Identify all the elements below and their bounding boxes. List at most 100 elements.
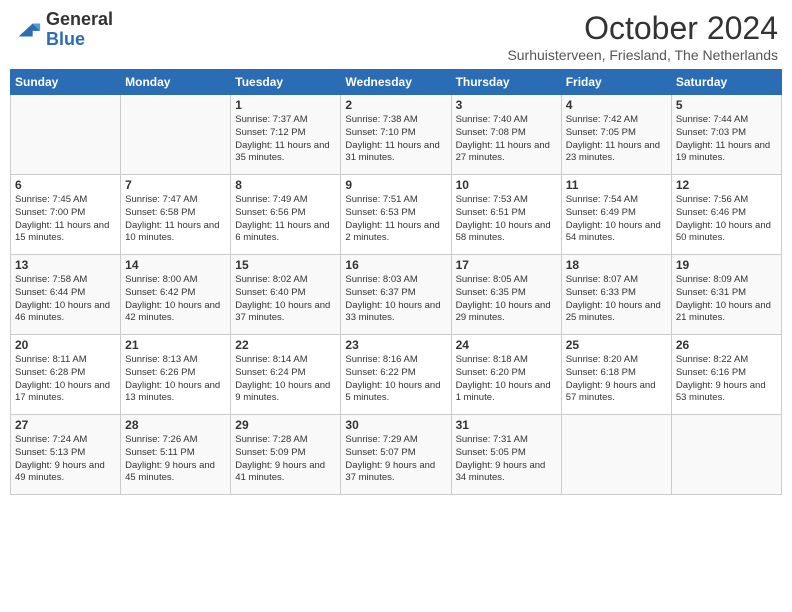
day-number: 4 <box>566 98 667 112</box>
calendar-cell: 16 Sunrise: 8:03 AMSunset: 6:37 PMDayligh… <box>341 255 451 335</box>
day-number: 19 <box>676 258 777 272</box>
calendar-cell: 9 Sunrise: 7:51 AMSunset: 6:53 PMDaylight… <box>341 175 451 255</box>
day-number: 11 <box>566 178 667 192</box>
cell-content: Sunrise: 7:40 AMSunset: 7:08 PMDaylight:… <box>456 114 557 165</box>
weekday-header-sunday: Sunday <box>11 70 121 95</box>
calendar-cell: 30Sunrise: 7:29 AMSunset: 5:07 PMDayligh… <box>341 415 451 495</box>
cell-content: Sunrise: 7:26 AMSunset: 5:11 PMDaylight:… <box>125 434 226 485</box>
day-number: 7 <box>125 178 226 192</box>
calendar-cell <box>121 95 231 175</box>
cell-content: Sunrise: 8:02 AMSunset: 6:40 PMDaylight:… <box>235 274 336 325</box>
day-number: 20 <box>15 338 116 352</box>
day-number: 8 <box>235 178 336 192</box>
cell-content: Sunrise: 8:22 AMSunset: 6:16 PMDaylight:… <box>676 354 777 405</box>
weekday-header-friday: Friday <box>561 70 671 95</box>
page-header: General Blue October 2024 Surhuisterveen… <box>10 10 782 63</box>
calendar-cell: 26 Sunrise: 8:22 AMSunset: 6:16 PMDayligh… <box>671 335 781 415</box>
cell-content: Sunrise: 8:16 AMSunset: 6:22 PMDaylight:… <box>345 354 446 405</box>
logo: General Blue <box>14 10 113 50</box>
day-number: 9 <box>345 178 446 192</box>
day-number: 10 <box>456 178 557 192</box>
cell-content: Sunrise: 7:28 AMSunset: 5:09 PMDaylight:… <box>235 434 336 485</box>
calendar-week-row: 27 Sunrise: 7:24 AMSunset: 5:13 PMDayligh… <box>11 415 782 495</box>
calendar-cell <box>561 415 671 495</box>
day-number: 17 <box>456 258 557 272</box>
title-block: October 2024 Surhuisterveen, Friesland, … <box>507 10 778 63</box>
calendar-cell: 11 Sunrise: 7:54 AMSunset: 6:49 PMDayligh… <box>561 175 671 255</box>
calendar-cell: 19 Sunrise: 8:09 AMSunset: 6:31 PMDayligh… <box>671 255 781 335</box>
day-number: 15 <box>235 258 336 272</box>
day-number: 31 <box>456 418 557 432</box>
cell-content: Sunrise: 8:05 AMSunset: 6:35 PMDaylight:… <box>456 274 557 325</box>
day-number: 23 <box>345 338 446 352</box>
calendar-cell: 1Sunrise: 7:37 AMSunset: 7:12 PMDaylight… <box>231 95 341 175</box>
month-title: October 2024 <box>507 10 778 47</box>
cell-content: Sunrise: 7:38 AMSunset: 7:10 PMDaylight:… <box>345 114 446 165</box>
calendar-cell: 4 Sunrise: 7:42 AMSunset: 7:05 PMDaylight… <box>561 95 671 175</box>
day-number: 5 <box>676 98 777 112</box>
cell-content: Sunrise: 8:09 AMSunset: 6:31 PMDaylight:… <box>676 274 777 325</box>
day-number: 3 <box>456 98 557 112</box>
cell-content: Sunrise: 8:14 AMSunset: 6:24 PMDaylight:… <box>235 354 336 405</box>
cell-content: Sunrise: 8:00 AMSunset: 6:42 PMDaylight:… <box>125 274 226 325</box>
cell-content: Sunrise: 7:44 AMSunset: 7:03 PMDaylight:… <box>676 114 777 165</box>
day-number: 6 <box>15 178 116 192</box>
cell-content: Sunrise: 8:11 AMSunset: 6:28 PMDaylight:… <box>15 354 116 405</box>
calendar-cell: 6 Sunrise: 7:45 AMSunset: 7:00 PMDaylight… <box>11 175 121 255</box>
calendar-cell: 8 Sunrise: 7:49 AMSunset: 6:56 PMDaylight… <box>231 175 341 255</box>
day-number: 24 <box>456 338 557 352</box>
weekday-header-monday: Monday <box>121 70 231 95</box>
calendar-cell: 25 Sunrise: 8:20 AMSunset: 6:18 PMDayligh… <box>561 335 671 415</box>
cell-content: Sunrise: 8:03 AMSunset: 6:37 PMDaylight:… <box>345 274 446 325</box>
day-number: 12 <box>676 178 777 192</box>
calendar-cell: 17 Sunrise: 8:05 AMSunset: 6:35 PMDayligh… <box>451 255 561 335</box>
calendar-cell: 21 Sunrise: 8:13 AMSunset: 6:26 PMDayligh… <box>121 335 231 415</box>
cell-content: Sunrise: 7:24 AMSunset: 5:13 PMDaylight:… <box>15 434 116 485</box>
calendar-week-row: 1Sunrise: 7:37 AMSunset: 7:12 PMDaylight… <box>11 95 782 175</box>
cell-content: Sunrise: 7:49 AMSunset: 6:56 PMDaylight:… <box>235 194 336 245</box>
calendar-header-row: SundayMondayTuesdayWednesdayThursdayFrid… <box>11 70 782 95</box>
calendar-cell: 14 Sunrise: 8:00 AMSunset: 6:42 PMDayligh… <box>121 255 231 335</box>
calendar-cell: 28Sunrise: 7:26 AMSunset: 5:11 PMDayligh… <box>121 415 231 495</box>
calendar-cell: 13Sunrise: 7:58 AMSunset: 6:44 PMDayligh… <box>11 255 121 335</box>
logo-text: General Blue <box>46 10 113 50</box>
day-number: 29 <box>235 418 336 432</box>
calendar-cell: 5 Sunrise: 7:44 AMSunset: 7:03 PMDaylight… <box>671 95 781 175</box>
day-number: 2 <box>345 98 446 112</box>
calendar-cell: 12 Sunrise: 7:56 AMSunset: 6:46 PMDayligh… <box>671 175 781 255</box>
calendar-cell: 2 Sunrise: 7:38 AMSunset: 7:10 PMDaylight… <box>341 95 451 175</box>
day-number: 27 <box>15 418 116 432</box>
calendar-cell: 22 Sunrise: 8:14 AMSunset: 6:24 PMDayligh… <box>231 335 341 415</box>
day-number: 26 <box>676 338 777 352</box>
day-number: 16 <box>345 258 446 272</box>
day-number: 30 <box>345 418 446 432</box>
calendar-cell: 18Sunrise: 8:07 AMSunset: 6:33 PMDayligh… <box>561 255 671 335</box>
cell-content: Sunrise: 7:51 AMSunset: 6:53 PMDaylight:… <box>345 194 446 245</box>
calendar-cell: 10Sunrise: 7:53 AMSunset: 6:51 PMDayligh… <box>451 175 561 255</box>
cell-content: Sunrise: 7:42 AMSunset: 7:05 PMDaylight:… <box>566 114 667 165</box>
day-number: 14 <box>125 258 226 272</box>
calendar-cell: 15 Sunrise: 8:02 AMSunset: 6:40 PMDayligh… <box>231 255 341 335</box>
weekday-header-wednesday: Wednesday <box>341 70 451 95</box>
day-number: 25 <box>566 338 667 352</box>
calendar-cell: 29 Sunrise: 7:28 AMSunset: 5:09 PMDayligh… <box>231 415 341 495</box>
day-number: 1 <box>235 98 336 112</box>
cell-content: Sunrise: 8:20 AMSunset: 6:18 PMDaylight:… <box>566 354 667 405</box>
day-number: 21 <box>125 338 226 352</box>
calendar-cell: 3 Sunrise: 7:40 AMSunset: 7:08 PMDaylight… <box>451 95 561 175</box>
calendar-week-row: 20 Sunrise: 8:11 AMSunset: 6:28 PMDayligh… <box>11 335 782 415</box>
calendar-cell: 23 Sunrise: 8:16 AMSunset: 6:22 PMDayligh… <box>341 335 451 415</box>
weekday-header-thursday: Thursday <box>451 70 561 95</box>
cell-content: Sunrise: 8:13 AMSunset: 6:26 PMDaylight:… <box>125 354 226 405</box>
calendar-cell: 20 Sunrise: 8:11 AMSunset: 6:28 PMDayligh… <box>11 335 121 415</box>
logo-icon <box>14 16 42 44</box>
cell-content: Sunrise: 8:07 AMSunset: 6:33 PMDaylight:… <box>566 274 667 325</box>
calendar-week-row: 6 Sunrise: 7:45 AMSunset: 7:00 PMDaylight… <box>11 175 782 255</box>
calendar-table: SundayMondayTuesdayWednesdayThursdayFrid… <box>10 69 782 495</box>
cell-content: Sunrise: 7:56 AMSunset: 6:46 PMDaylight:… <box>676 194 777 245</box>
calendar-week-row: 13Sunrise: 7:58 AMSunset: 6:44 PMDayligh… <box>11 255 782 335</box>
day-number: 22 <box>235 338 336 352</box>
cell-content: Sunrise: 7:54 AMSunset: 6:49 PMDaylight:… <box>566 194 667 245</box>
calendar-cell: 27 Sunrise: 7:24 AMSunset: 5:13 PMDayligh… <box>11 415 121 495</box>
cell-content: Sunrise: 7:45 AMSunset: 7:00 PMDaylight:… <box>15 194 116 245</box>
